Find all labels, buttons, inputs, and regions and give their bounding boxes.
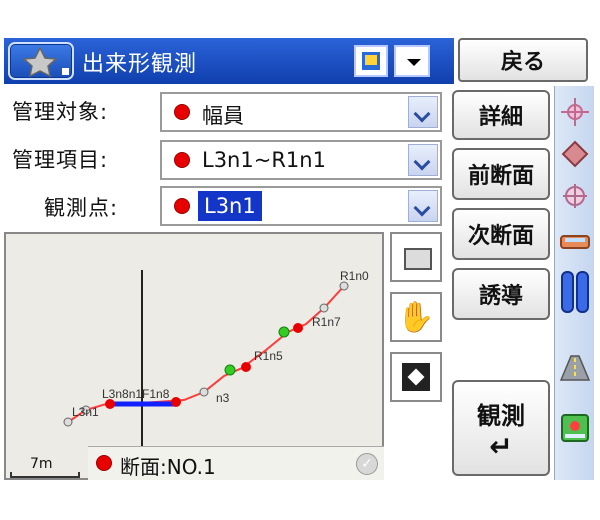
point-marker — [63, 417, 73, 427]
crosshair-icon[interactable] — [559, 96, 591, 128]
label-n3: n3 — [216, 391, 230, 405]
app-title: 出来形観測 — [82, 52, 198, 77]
red-point-marker — [241, 362, 251, 372]
point-marker — [319, 303, 329, 313]
point-marker — [199, 387, 209, 397]
measure-label: 観測 — [477, 401, 525, 430]
title-bar: 出来形観測 — [4, 38, 454, 84]
red-point-marker — [171, 397, 181, 407]
zoom-fit-button[interactable] — [390, 352, 442, 402]
map-icon[interactable] — [559, 412, 591, 444]
point-label: 観測点: — [44, 196, 119, 220]
enter-icon: ↵ — [489, 429, 513, 463]
section-map[interactable]: R1n0 R1n7 R1n5 n3 L3n8n1F1n8 L3n1 — [4, 232, 384, 480]
point-select[interactable]: L3n1 — [160, 186, 442, 226]
target-value: 幅員 — [202, 104, 244, 128]
item-select[interactable]: L3n1~R1n1 — [160, 140, 442, 180]
green-point-marker — [224, 364, 236, 376]
green-point-marker — [278, 326, 290, 338]
label-r1n7: R1n7 — [312, 315, 341, 329]
prev-section-button[interactable]: 前断面 — [452, 148, 550, 200]
scale-label: 7m — [30, 456, 53, 472]
measure-button[interactable]: 観測 ↵ — [452, 380, 550, 476]
double-bar-icon[interactable] — [559, 270, 591, 314]
ok-icon[interactable]: ✓ — [356, 453, 378, 475]
tool-strip — [554, 86, 594, 480]
start-mark-icon — [62, 68, 69, 75]
target-select[interactable]: 幅員 — [160, 92, 442, 132]
star-icon — [22, 47, 58, 77]
screen: 出来形観測 戻る 管理対象: 幅員 管理項目: L3n1~R1n1 観測点: L… — [0, 0, 600, 520]
zoom-fit-icon — [402, 363, 430, 391]
target-label: 管理対象: — [12, 100, 109, 124]
red-point-marker — [293, 323, 303, 333]
back-button[interactable]: 戻る — [458, 38, 588, 82]
road-icon[interactable] — [559, 352, 591, 384]
point-value: L3n1 — [198, 191, 262, 221]
chevron-down-icon[interactable] — [408, 190, 438, 222]
diamond-icon[interactable] — [559, 138, 591, 170]
red-dot-icon — [174, 198, 190, 214]
guide-button[interactable]: 誘導 — [452, 268, 550, 320]
map-canvas: R1n0 R1n7 R1n5 n3 L3n8n1F1n8 L3n1 — [63, 269, 369, 464]
chevron-down-icon[interactable] — [408, 96, 438, 128]
item-label: 管理項目: — [12, 148, 109, 172]
chevron-down-icon[interactable] — [408, 144, 438, 176]
red-dot-icon — [174, 104, 190, 120]
rectangle-tool-button[interactable] — [390, 232, 442, 282]
section-label: 断面:NO.1 — [120, 455, 216, 479]
start-menu-button[interactable] — [8, 42, 74, 80]
target-icon[interactable] — [559, 180, 591, 212]
point-marker — [339, 281, 349, 291]
pan-tool-button[interactable]: ✋ — [390, 292, 442, 342]
label-r1n5: R1n5 — [254, 349, 283, 363]
hand-icon: ✋ — [397, 299, 435, 335]
next-section-button[interactable]: 次断面 — [452, 208, 550, 260]
label-top-cluster: L3n8n1F1n8 — [102, 387, 170, 401]
ruler-icon[interactable] — [559, 226, 591, 258]
document-icon[interactable] — [354, 45, 388, 77]
red-dot-icon — [96, 455, 112, 471]
scale-bar — [10, 472, 80, 478]
section-bar: 断面:NO.1 ✓ — [88, 446, 384, 480]
label-r1n0: R1n0 — [340, 269, 369, 283]
detail-button[interactable]: 詳細 — [452, 90, 550, 140]
label-l3n1: L3n1 — [72, 405, 99, 419]
red-dot-icon — [174, 152, 190, 168]
item-value: L3n1~R1n1 — [202, 148, 326, 172]
menu-dropdown-button[interactable] — [394, 45, 430, 77]
